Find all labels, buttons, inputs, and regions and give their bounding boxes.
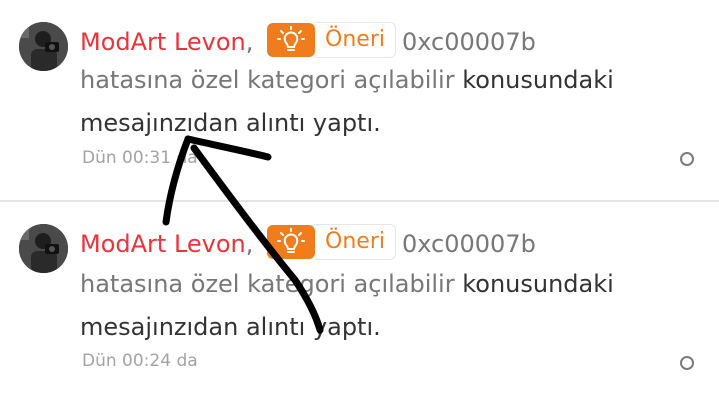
timestamp: Dün 00:31 da <box>82 148 198 168</box>
mark-read-button[interactable] <box>680 356 694 370</box>
notification-item[interactable]: ModArt Levon, Öneri 0xc00007b hatasına öz… <box>0 202 719 405</box>
action-text: konusundaki <box>462 66 614 94</box>
category-tag[interactable]: Öneri <box>315 22 396 58</box>
avatar[interactable] <box>19 22 68 71</box>
notification-line-1: ModArt Levon, Öneri 0xc00007b <box>80 224 536 263</box>
topic-link-continued[interactable]: hatasına özel kategori açılabilir <box>80 66 455 94</box>
topic-link[interactable]: 0xc00007b <box>402 28 536 56</box>
notification-item[interactable]: ModArt Levon, Öneri 0xc00007b hatasına öz… <box>0 0 719 200</box>
notification-line-2: hatasına özel kategori açılabilir konusu… <box>80 269 614 299</box>
mark-read-button[interactable] <box>680 152 694 166</box>
action-text: konusundaki <box>462 270 614 298</box>
notification-line-2: hatasına özel kategori açılabilir konusu… <box>80 65 614 95</box>
user-link[interactable]: ModArt Levon <box>80 230 246 258</box>
user-link[interactable]: ModArt Levon <box>80 28 246 56</box>
category-tag[interactable]: Öneri <box>315 224 396 260</box>
notification-line-3: mesajınzıdan alıntı yaptı. <box>80 313 381 341</box>
timestamp: Dün 00:24 da <box>82 351 198 371</box>
topic-link-continued[interactable]: hatasına özel kategori açılabilir <box>80 270 455 298</box>
lightbulb-icon[interactable] <box>267 23 316 57</box>
notification-line-1: ModArt Levon, Öneri 0xc00007b <box>80 22 536 61</box>
notification-line-3: mesajınzıdan alıntı yaptı. <box>80 109 381 137</box>
topic-link[interactable]: 0xc00007b <box>402 230 536 258</box>
lightbulb-icon[interactable] <box>267 225 316 259</box>
avatar[interactable] <box>19 224 68 273</box>
